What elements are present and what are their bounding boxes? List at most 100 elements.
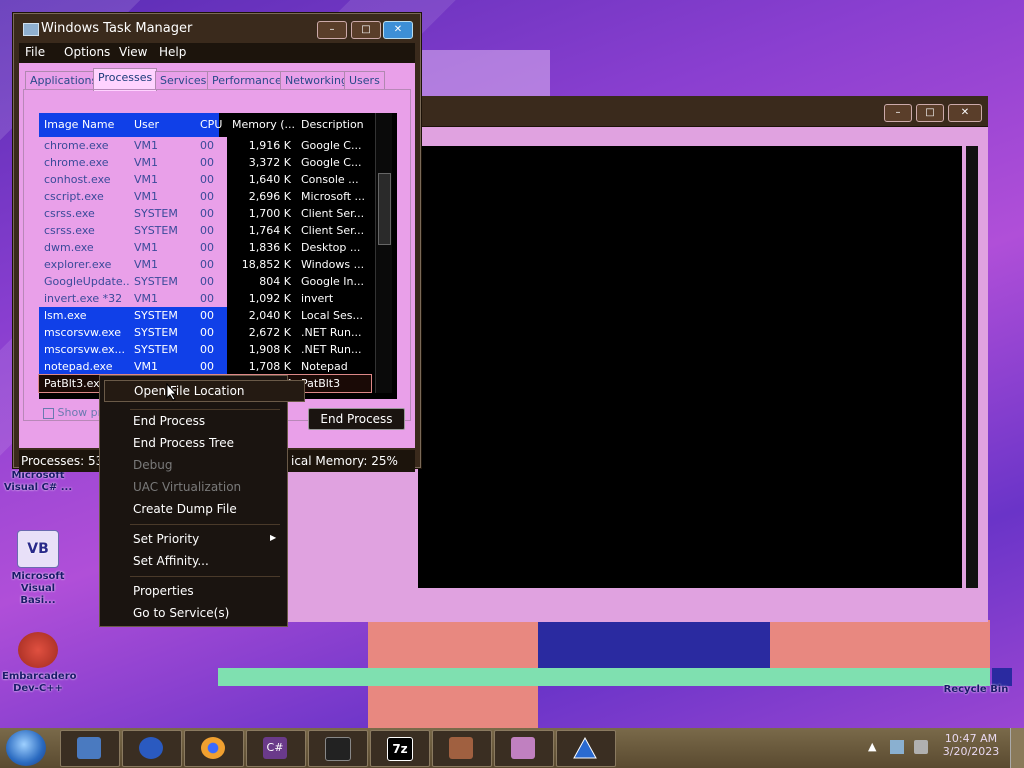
taskbar-notebook-app[interactable]	[432, 730, 492, 767]
column-image-name[interactable]: Image Name	[39, 113, 129, 137]
menu-item-end-process[interactable]: End Process	[133, 414, 205, 428]
cell-name: lsm.exe	[39, 307, 129, 324]
tab-processes[interactable]: Processes	[93, 68, 158, 91]
menu-options[interactable]: Options	[64, 45, 110, 59]
cell-mem: 1,092 K	[248, 292, 291, 305]
cell-name: invert.exe *32	[39, 290, 129, 307]
cell-user: VM1	[129, 358, 195, 375]
end-process-button[interactable]: End Process	[308, 408, 405, 430]
taskbar-video-app[interactable]	[308, 730, 368, 767]
list-scrollbar[interactable]	[375, 113, 392, 393]
desktop-icon-visual-csharp[interactable]: Microsoft Visual C# ...	[2, 470, 74, 494]
clock-time: 10:47 AM	[944, 732, 998, 745]
cell-mem: 1,640 K	[248, 173, 291, 186]
tab-networking[interactable]: Networking	[280, 71, 353, 90]
table-row[interactable]: lsm.exe SYSTEM 00 2,040 K Local Ses...	[39, 307, 371, 324]
table-row[interactable]: invert.exe *32 VM1 00 1,092 K invert	[39, 290, 371, 307]
checkbox-icon	[43, 407, 54, 419]
table-row[interactable]: chrome.exe VM1 00 3,372 K Google C...	[39, 154, 371, 171]
menu-view[interactable]: View	[119, 45, 147, 59]
cell-desc: Console ...	[301, 173, 359, 186]
scrollbar-thumb[interactable]	[378, 173, 391, 245]
table-row[interactable]: csrss.exe SYSTEM 00 1,764 K Client Ser...	[39, 222, 371, 239]
menu-item-set-affinity[interactable]: Set Affinity...	[133, 554, 209, 568]
table-row[interactable]: mscorsvw.ex... SYSTEM 00 1,908 K .NET Run...	[39, 341, 371, 358]
cell-user: VM1	[129, 171, 195, 188]
column-cpu[interactable]: CPU	[195, 113, 222, 137]
column-description[interactable]: Description	[296, 113, 371, 137]
menu-item-open-file-location[interactable]: Open File Location	[104, 380, 305, 402]
desktop-icon-recycle-bin[interactable]: Recycle Bin	[938, 684, 1014, 696]
start-button[interactable]	[6, 730, 46, 766]
process-list[interactable]: Image Name User Name CPU Memory (... Des…	[38, 113, 397, 399]
desktop-icon-visual-basic[interactable]: VB Microsoft Visual Basi...	[2, 530, 74, 607]
cell-mem: 1,908 K	[248, 343, 291, 356]
tab-services[interactable]: Services	[155, 71, 212, 90]
table-row[interactable]: chrome.exe VM1 00 1,916 K Google C...	[39, 137, 371, 154]
tab-applications[interactable]: Applications	[25, 71, 103, 90]
maximize-button[interactable]: □	[916, 104, 944, 122]
taskbar-7zip[interactable]: 7z	[370, 730, 430, 767]
notebook-icon	[449, 737, 473, 759]
cell-cpu: 00	[195, 341, 227, 358]
desktop-icon-dev-cpp[interactable]: Embarcadero Dev-C++	[2, 632, 77, 695]
table-row[interactable]: dwm.exe VM1 00 1,836 K Desktop ...	[39, 239, 371, 256]
tab-users[interactable]: Users	[344, 71, 385, 90]
menu-help[interactable]: Help	[159, 45, 186, 59]
table-row[interactable]: notepad.exe VM1 00 1,708 K Notepad	[39, 358, 371, 375]
cell-user: VM1	[129, 239, 195, 256]
desktop-icon-label: Recycle Bin	[943, 684, 1009, 695]
cell-desc: Client Ser...	[301, 207, 365, 220]
cell-user: SYSTEM	[129, 307, 195, 324]
tab-performance[interactable]: Performance	[207, 71, 287, 90]
taskbar-visual-csharp[interactable]: C#	[246, 730, 306, 767]
task-manager-titlebar[interactable]: Windows Task Manager – □ ✕	[13, 13, 421, 43]
show-desktop-button[interactable]	[1010, 728, 1024, 768]
network-icon[interactable]	[890, 740, 904, 754]
table-row[interactable]: explorer.exe VM1 00 18,852 K Windows ...	[39, 256, 371, 273]
menu-item-set-priority[interactable]: Set Priority	[133, 532, 199, 546]
taskbar-chrome[interactable]	[184, 730, 244, 767]
status-memory: ical Memory: 25%	[291, 454, 398, 468]
table-row[interactable]: conhost.exe VM1 00 1,640 K Console ...	[39, 171, 371, 188]
column-user-name[interactable]: User Name	[129, 113, 195, 155]
cell-desc: invert	[301, 292, 334, 305]
maximize-button[interactable]: □	[351, 21, 381, 39]
close-button[interactable]: ✕	[383, 21, 413, 39]
volume-icon[interactable]	[914, 740, 928, 754]
menu-item-end-process-tree[interactable]: End Process Tree	[133, 436, 234, 450]
cell-mem: 2,672 K	[248, 326, 291, 339]
play-icon	[139, 737, 163, 759]
minimize-button[interactable]: –	[317, 21, 347, 39]
cell-user: VM1	[129, 290, 195, 307]
taskbar-warning-app[interactable]	[556, 730, 616, 767]
submenu-arrow-icon: ▶	[270, 533, 277, 542]
console-area[interactable]	[418, 146, 962, 588]
chrome-icon	[201, 737, 225, 759]
film-icon	[325, 737, 351, 761]
cell-desc: Notepad	[301, 360, 348, 373]
clock[interactable]: 10:47 AM 3/20/2023	[936, 732, 1006, 758]
minimize-button[interactable]: –	[884, 104, 912, 122]
cell-cpu: 00	[195, 324, 227, 341]
vertical-scrollbar[interactable]	[966, 146, 978, 588]
menu-item-properties[interactable]: Properties	[133, 584, 194, 598]
taskbar-file-explorer[interactable]	[60, 730, 120, 767]
table-row[interactable]: cscript.exe VM1 00 2,696 K Microsoft ...	[39, 188, 371, 205]
glitch-scrollbar	[218, 668, 990, 686]
table-row[interactable]: mscorsvw.exe SYSTEM 00 2,672 K .NET Run...	[39, 324, 371, 341]
taskbar-media-player[interactable]	[122, 730, 182, 767]
column-memory[interactable]: Memory (...	[227, 113, 295, 137]
menu-file[interactable]: File	[25, 45, 45, 59]
table-row[interactable]: csrss.exe SYSTEM 00 1,700 K Client Ser...	[39, 205, 371, 222]
menu-item-create-dump-file[interactable]: Create Dump File	[133, 502, 237, 516]
cell-mem: 804 K	[259, 275, 291, 288]
show-hidden-icons[interactable]: ▲	[868, 740, 876, 753]
cell-desc: Microsoft ...	[301, 190, 366, 203]
cell-desc: Desktop ...	[301, 241, 361, 254]
table-row[interactable]: GoogleUpdate... SYSTEM 00 804 K Google In...	[39, 273, 371, 290]
menu-item-go-to-services[interactable]: Go to Service(s)	[133, 606, 229, 620]
close-button[interactable]: ✕	[948, 104, 982, 122]
menu-separator	[130, 409, 280, 410]
taskbar-screenshot-app[interactable]	[494, 730, 554, 767]
